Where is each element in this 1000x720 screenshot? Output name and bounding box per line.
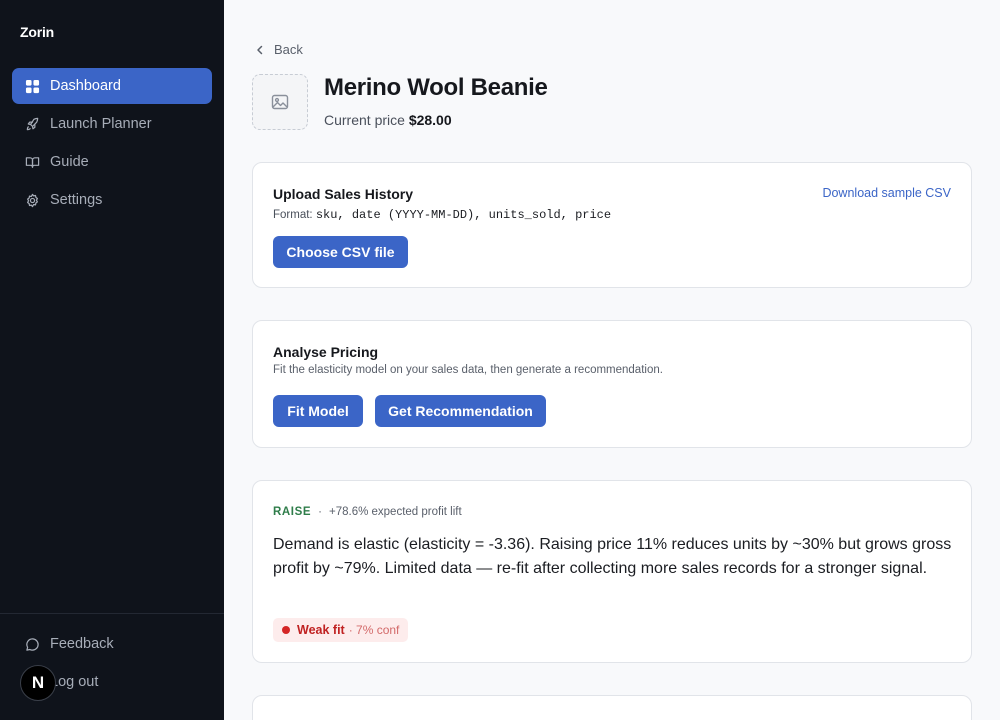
status-dot	[282, 626, 290, 634]
sidebar-item-launch-planner[interactable]: Launch Planner	[12, 106, 212, 142]
recommendation-body: Demand is elastic (elasticity = -3.36). …	[273, 536, 952, 577]
analyse-card-title: Analyse Pricing	[273, 344, 379, 360]
image-icon	[271, 94, 289, 110]
confidence-label: · 7% conf	[348, 623, 400, 637]
format-columns: sku, date (YYYY-MM-DD), units_sold, pric…	[315, 208, 612, 222]
get-recommendation-button[interactable]: Get Recommendation	[375, 395, 546, 427]
recommendation-action: RAISE	[273, 506, 312, 518]
analyse-description: Fit the elasticity model on your sales d…	[273, 364, 663, 376]
main-content: Back Merino Wool Beanie Current price $2…	[224, 0, 1000, 720]
price-label: Current price	[324, 112, 405, 128]
separator-dot: ·	[318, 506, 322, 518]
upload-card: Upload Sales History Download sample CSV…	[252, 162, 972, 288]
sidebar-item-dashboard[interactable]: Dashboard	[12, 68, 212, 104]
rocket-icon	[24, 116, 40, 132]
chevron-left-icon	[257, 45, 263, 54]
fit-label: Weak fit	[297, 623, 345, 637]
format-hint: Format: sku, date (YYYY-MM-DD), units_so…	[273, 208, 611, 222]
sidebar-item-label: Dashboard	[50, 78, 121, 94]
sidebar-item-label: Feedback	[50, 636, 114, 652]
chat-icon	[24, 636, 40, 652]
gear-icon	[24, 192, 40, 208]
dashboard-icon	[24, 78, 40, 94]
page-title: Merino Wool Beanie	[324, 74, 548, 101]
back-button[interactable]: Back	[254, 42, 303, 57]
current-price: Current price $28.00	[324, 112, 452, 128]
book-icon	[24, 154, 40, 170]
sidebar-divider	[0, 613, 224, 614]
sidebar-item-label: Settings	[50, 192, 103, 208]
profit-lift: +78.6% expected profit lift	[329, 506, 462, 518]
fit-quality-badge: Weak fit · 7% conf	[273, 618, 409, 642]
download-sample-link[interactable]: Download sample CSV	[822, 186, 951, 200]
sidebar-item-label: Guide	[50, 154, 89, 170]
choose-csv-button[interactable]: Choose CSV file	[273, 236, 408, 268]
avatar[interactable]: N	[20, 665, 56, 701]
sidebar-item-label: Log out	[50, 674, 99, 690]
sidebar-item-guide[interactable]: Guide	[12, 144, 212, 180]
format-label: Format:	[273, 209, 313, 221]
sidebar-item-settings[interactable]: Settings	[12, 182, 212, 218]
sidebar-nav: Dashboard Launch Planner Guide Settings	[12, 68, 212, 220]
next-card	[252, 695, 972, 720]
upload-card-title: Upload Sales History	[273, 186, 414, 202]
analyse-card: Analyse Pricing Fit the elasticity model…	[252, 320, 972, 448]
sidebar-item-feedback[interactable]: Feedback	[12, 626, 212, 662]
app-brand[interactable]: Zorin	[20, 24, 54, 40]
recommendation-card: RAISE · +78.6% expected profit lift Dema…	[252, 480, 972, 663]
sidebar-item-label: Launch Planner	[50, 116, 152, 132]
sidebar: Zorin Dashboard Launch Planner Guide Set…	[0, 0, 224, 720]
product-image-placeholder[interactable]	[252, 74, 308, 130]
price-value: $28.00	[408, 112, 452, 128]
back-label: Back	[274, 42, 303, 57]
recommendation-header: RAISE · +78.6% expected profit lift	[273, 506, 462, 518]
fit-model-button[interactable]: Fit Model	[273, 395, 363, 427]
